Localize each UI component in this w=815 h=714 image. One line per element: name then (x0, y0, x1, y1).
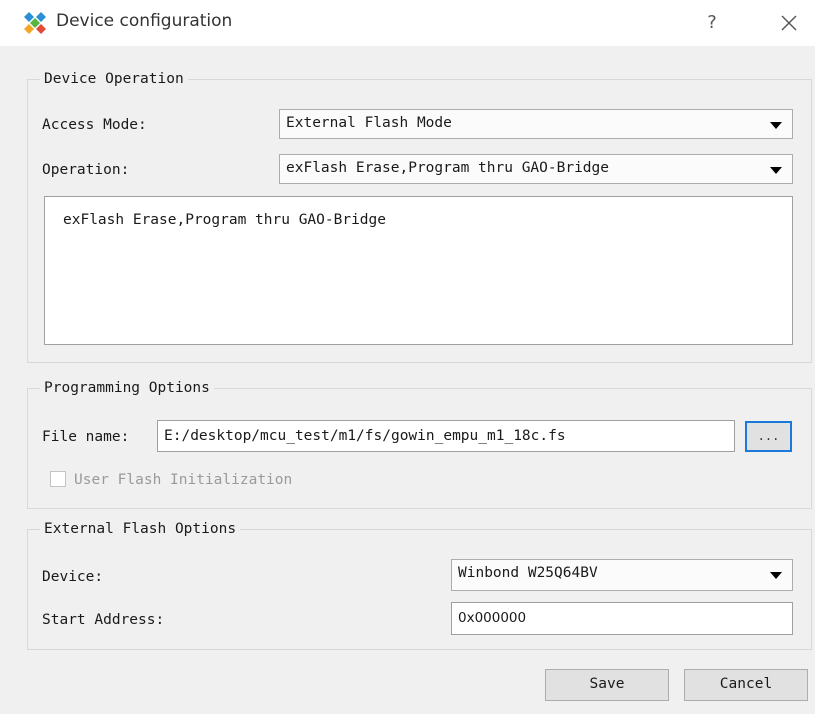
chevron-down-icon (770, 122, 782, 129)
user-flash-label: User Flash Initialization (74, 472, 293, 488)
start-address-label: Start Address: (42, 612, 165, 628)
start-address-input[interactable]: 0x000000 (451, 602, 793, 635)
device-label: Device: (42, 569, 104, 585)
operation-description-text: exFlash Erase,Program thru GAO-Bridge (63, 212, 387, 228)
cancel-button[interactable]: Cancel (684, 669, 808, 701)
browse-button[interactable]: ... (745, 421, 792, 452)
external-flash-options-title: External Flash Options (40, 520, 241, 538)
title-bar: Device configuration ? (0, 0, 815, 46)
file-name-value: E:/desktop/mcu_test/m1/fs/gowin_empu_m1_… (164, 428, 566, 444)
access-mode-label: Access Mode: (42, 117, 147, 133)
help-button[interactable]: ? (701, 9, 723, 37)
app-logo-icon (24, 12, 46, 34)
operation-description[interactable]: exFlash Erase,Program thru GAO-Bridge (44, 196, 793, 345)
device-operation-title: Device Operation (40, 70, 188, 88)
close-icon[interactable] (776, 10, 802, 36)
save-button[interactable]: Save (545, 669, 669, 701)
operation-value: exFlash Erase,Program thru GAO-Bridge (286, 160, 610, 176)
operation-label: Operation: (42, 162, 130, 178)
window-title: Device configuration (56, 11, 233, 31)
start-address-value: 0x000000 (458, 610, 527, 626)
file-name-label: File name: (42, 429, 130, 445)
access-mode-select[interactable]: External Flash Mode (279, 109, 793, 139)
access-mode-value: External Flash Mode (286, 115, 452, 131)
device-value: Winbond W25Q64BV (458, 565, 598, 581)
file-name-input[interactable]: E:/desktop/mcu_test/m1/fs/gowin_empu_m1_… (157, 420, 735, 452)
device-select[interactable]: Winbond W25Q64BV (451, 559, 793, 591)
user-flash-checkbox[interactable] (50, 471, 66, 487)
programming-options-title: Programming Options (40, 379, 214, 397)
chevron-down-icon (770, 167, 782, 174)
chevron-down-icon (770, 572, 782, 579)
operation-select[interactable]: exFlash Erase,Program thru GAO-Bridge (279, 154, 793, 184)
